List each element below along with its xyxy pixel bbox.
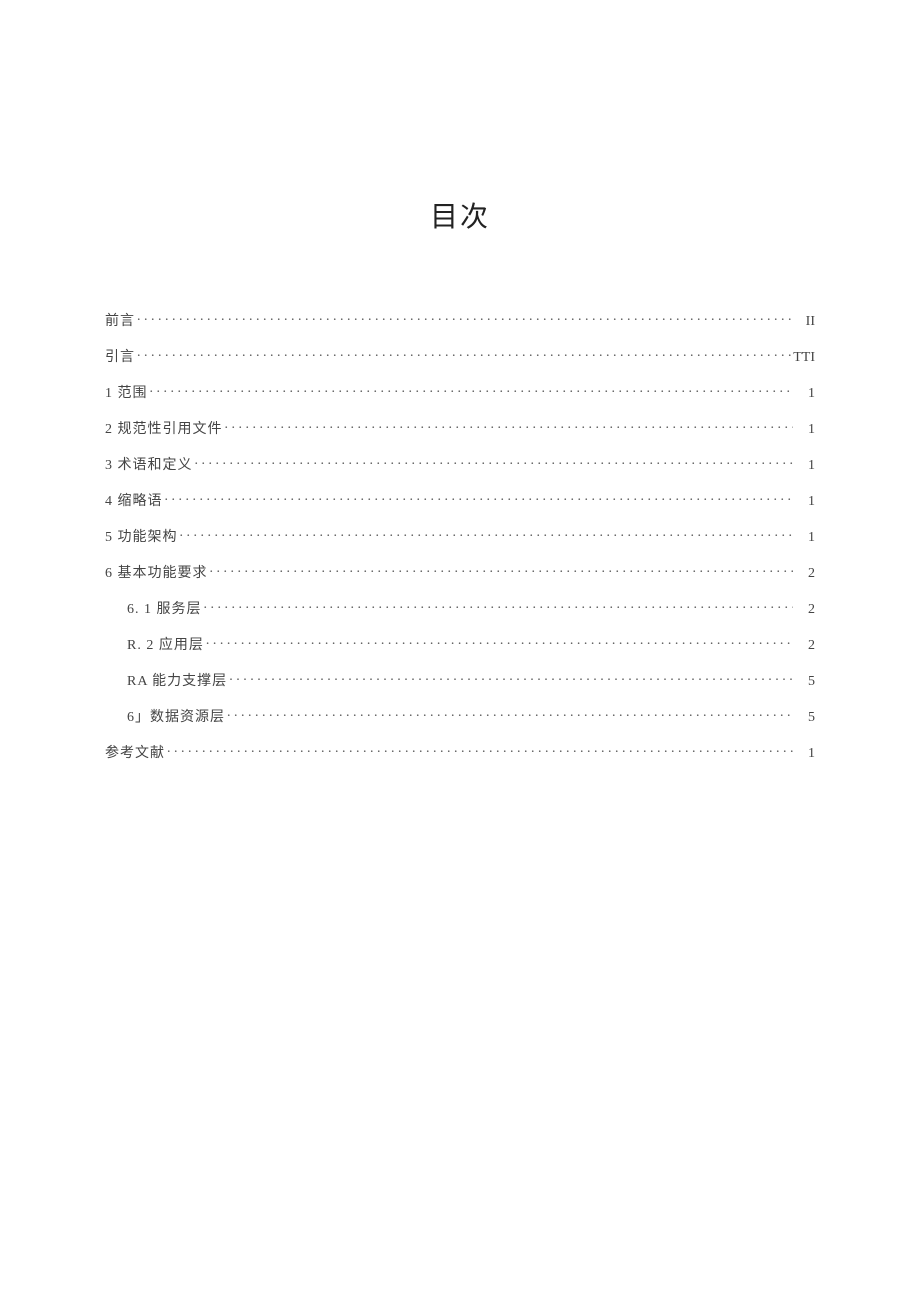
toc-entry: 1 范围 1: [105, 382, 815, 402]
toc-entry: 5 功能架构 1: [105, 526, 815, 546]
toc-entry: R. 2 应用层 2: [105, 634, 815, 654]
toc-entry-label: 4 缩略语: [105, 490, 163, 510]
toc-entry-page: TTI: [793, 350, 815, 366]
toc-title: 目次: [105, 195, 815, 235]
toc-entry: 参考文献 1: [105, 742, 815, 762]
toc-entry-label: RA 能力支撑层: [127, 670, 227, 690]
toc-entry-page: 1: [795, 458, 815, 474]
toc-entry-page: 1: [795, 746, 815, 762]
toc-entry-page: 5: [795, 674, 815, 690]
toc-dot-leader: [225, 419, 794, 433]
toc-dot-leader: [229, 671, 793, 685]
toc-entry-page: 2: [795, 602, 815, 618]
toc-entry-label: 1 范围: [105, 382, 148, 402]
toc-entry: 3 术语和定义 1: [105, 454, 815, 474]
toc-entry: 6」数据资源层 5: [105, 706, 815, 726]
document-page: 目次 前言II引言TTI1 范围12 规范性引用文件13 术语和定义14 缩略语…: [0, 0, 920, 762]
toc-dot-leader: [195, 455, 794, 469]
toc-entry-label: 6 基本功能要求: [105, 562, 208, 582]
toc-dot-leader: [150, 383, 794, 397]
toc-dot-leader: [210, 563, 794, 577]
toc-entry: RA 能力支撑层 5: [105, 670, 815, 690]
toc-entry: 6 基本功能要求 2: [105, 562, 815, 582]
toc-entry: 4 缩略语 1: [105, 490, 815, 510]
toc-dot-leader: [180, 527, 794, 541]
toc-entry-label: 引言: [105, 346, 135, 366]
toc-entry-label: 前言: [105, 310, 135, 330]
toc-dot-leader: [204, 599, 794, 613]
toc-dot-leader: [167, 743, 793, 757]
toc-entry-page: 1: [795, 386, 815, 402]
table-of-contents: 前言II引言TTI1 范围12 规范性引用文件13 术语和定义14 缩略语15 …: [105, 310, 815, 762]
toc-entry-page: II: [795, 314, 815, 330]
toc-dot-leader: [227, 707, 793, 721]
toc-entry-page: 5: [795, 710, 815, 726]
toc-entry-label: 6. 1 服务层: [127, 598, 202, 618]
toc-entry-label: 3 术语和定义: [105, 454, 193, 474]
toc-dot-leader: [137, 311, 793, 325]
toc-entry: 前言 II: [105, 310, 815, 330]
toc-entry: 引言 TTI: [105, 346, 815, 366]
toc-entry: 6. 1 服务层 2: [105, 598, 815, 618]
toc-entry-page: 1: [795, 422, 815, 438]
toc-entry-label: 6」数据资源层: [127, 706, 225, 726]
toc-entry-page: 1: [795, 494, 815, 510]
toc-entry-label: 2 规范性引用文件: [105, 418, 223, 438]
toc-dot-leader: [137, 347, 791, 361]
toc-entry-page: 2: [795, 566, 815, 582]
toc-entry-label: 参考文献: [105, 742, 165, 762]
toc-entry-label: R. 2 应用层: [127, 634, 204, 654]
toc-entry-page: 1: [795, 530, 815, 546]
toc-entry-page: 2: [795, 638, 815, 654]
toc-entry: 2 规范性引用文件 1: [105, 418, 815, 438]
toc-dot-leader: [206, 635, 793, 649]
toc-entry-label: 5 功能架构: [105, 526, 178, 546]
toc-dot-leader: [165, 491, 794, 505]
